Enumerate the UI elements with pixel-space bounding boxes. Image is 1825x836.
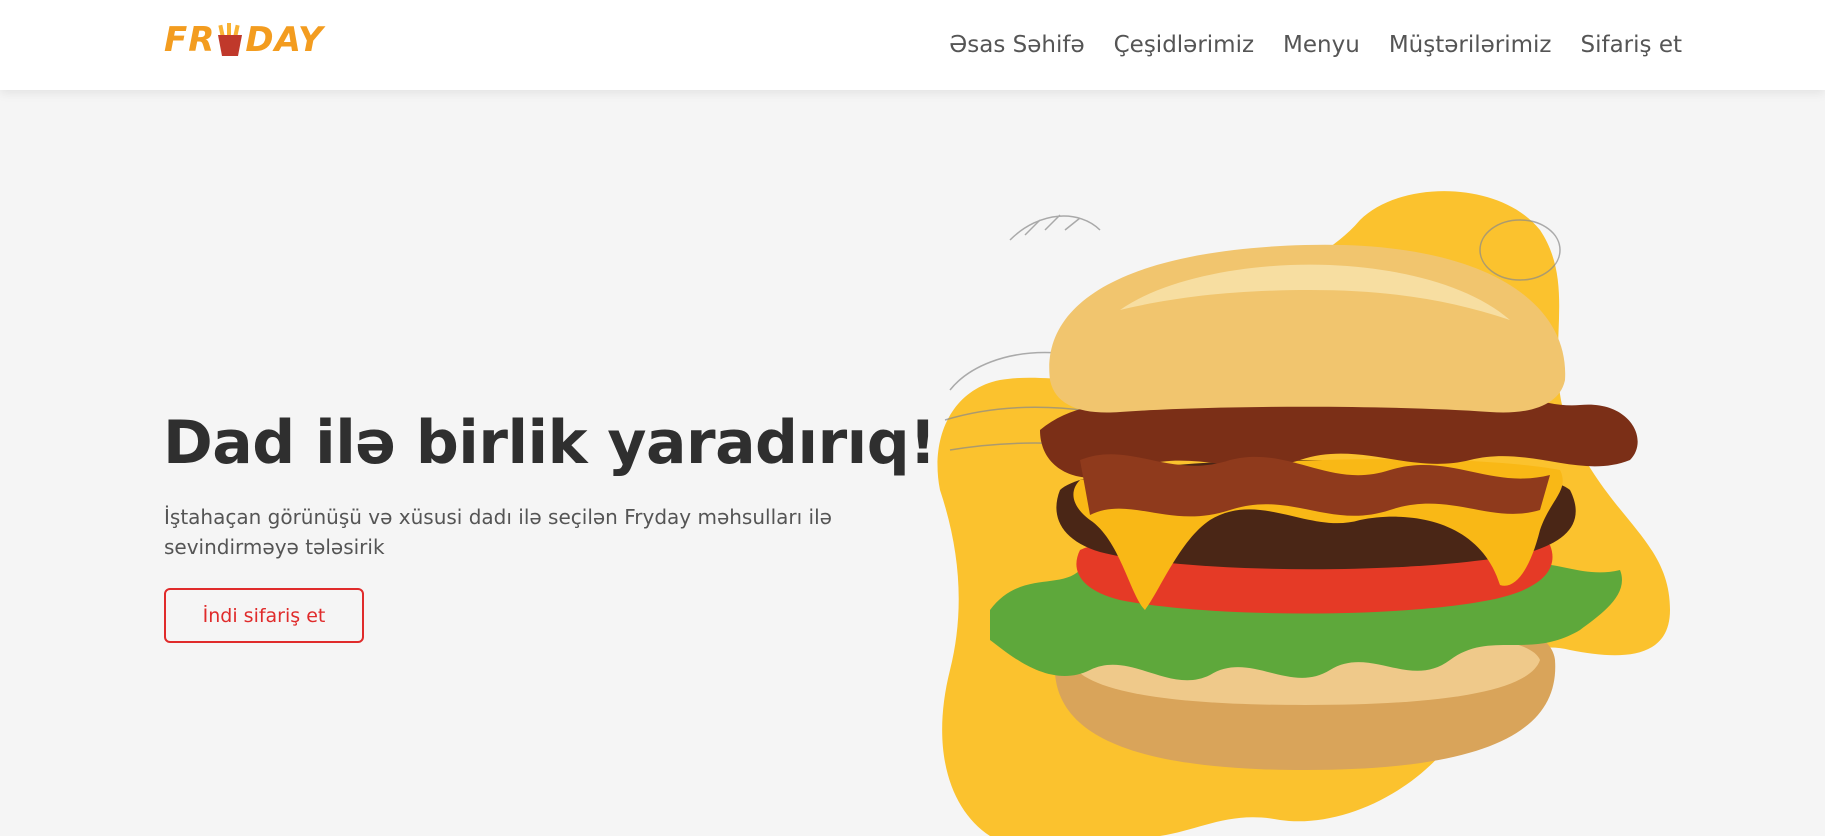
nav-varieties[interactable]: Çeşidlərimiz — [1114, 32, 1254, 58]
nav-links: Əsas Səhifə Çeşidlərimiz Menyu Müştərilə… — [949, 0, 1682, 90]
burger-illustration — [937, 191, 1670, 836]
nav-customers[interactable]: Müştərilərimiz — [1389, 32, 1552, 58]
hero-subtitle: İştahaçan görünüşü və xüsusi dadı ilə se… — [164, 505, 832, 559]
hero-title: Dad ilə birlik yaradırıq! — [163, 408, 937, 478]
nav-home[interactable]: Əsas Səhifə — [949, 32, 1084, 58]
navbar: FR DAY Əsas Səhifə Çeşidlərimiz Menyu Mü… — [0, 0, 1825, 90]
logo-fr: FR — [164, 20, 216, 60]
fries-icon — [218, 23, 243, 56]
nav-order[interactable]: Sifariş et — [1581, 32, 1683, 58]
logo-day: DAY — [245, 20, 324, 60]
order-now-button[interactable]: İndi sifariş et — [164, 588, 364, 643]
brand-logo[interactable]: FR DAY — [164, 20, 324, 60]
nav-menu[interactable]: Menyu — [1283, 32, 1360, 58]
